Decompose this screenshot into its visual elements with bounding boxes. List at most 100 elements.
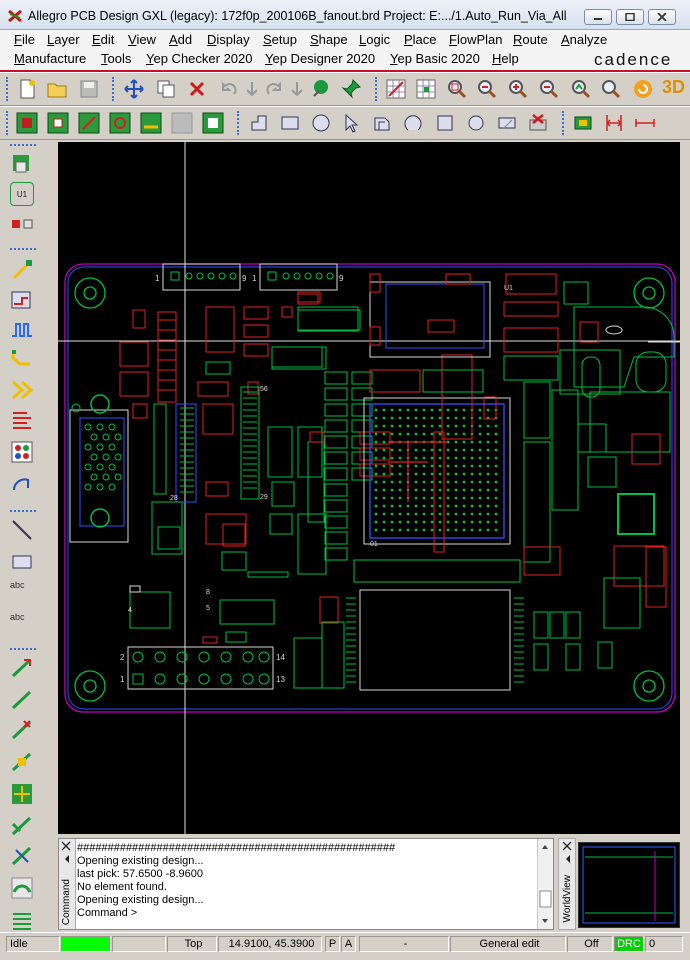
- pcb-board-drawing[interactable]: 1 9 1 9 28 56 29 8 5 4 2 14 1 13 01 U1: [58, 142, 680, 834]
- delay-tune-icon[interactable]: [10, 318, 34, 342]
- shape-poly-icon[interactable]: [371, 112, 393, 134]
- copy-icon[interactable]: [155, 78, 177, 100]
- scrollbar-arrows[interactable]: [538, 839, 553, 929]
- select-icon[interactable]: [340, 112, 362, 134]
- dimension-icon[interactable]: [603, 112, 625, 134]
- slide-icon[interactable]: [10, 288, 34, 312]
- spread-icon[interactable]: [10, 408, 34, 432]
- menu-layer[interactable]: Layer: [47, 32, 80, 47]
- menu-logic[interactable]: Logic: [359, 32, 390, 47]
- command-panel-controls[interactable]: [59, 839, 73, 863]
- undo-down-icon[interactable]: [241, 78, 263, 100]
- route-1-icon[interactable]: [10, 656, 34, 680]
- toolbar-grip[interactable]: [6, 77, 11, 101]
- status-a-button[interactable]: A: [341, 936, 356, 952]
- menu-display[interactable]: Display: [207, 32, 250, 47]
- menu-setup[interactable]: Setup: [263, 32, 297, 47]
- fanout-by-pick-icon[interactable]: [10, 440, 34, 464]
- shape-circle-icon[interactable]: [310, 112, 332, 134]
- place-u1-icon[interactable]: U1: [10, 182, 34, 206]
- command-prompt[interactable]: Command >: [77, 907, 395, 920]
- delete-icon[interactable]: [186, 78, 208, 100]
- status-p-button[interactable]: P: [325, 936, 340, 952]
- redo-down-icon[interactable]: [286, 78, 308, 100]
- status-off[interactable]: Off: [567, 936, 613, 952]
- shape-square-icon[interactable]: [434, 112, 456, 134]
- menu-help[interactable]: Help: [492, 51, 519, 66]
- shape-arc-icon[interactable]: [402, 112, 424, 134]
- command-window[interactable]: Command ################################…: [58, 838, 554, 930]
- menu-view[interactable]: View: [128, 32, 156, 47]
- save-icon[interactable]: [78, 78, 100, 100]
- add-connect-icon[interactable]: [10, 258, 34, 282]
- add-rect-icon[interactable]: [10, 550, 34, 574]
- drc-button[interactable]: DRC: [614, 936, 644, 952]
- status-layer[interactable]: Top: [167, 936, 217, 952]
- pin-icon[interactable]: [340, 78, 362, 100]
- menu-yep-checker[interactable]: Yep Checker 2020: [146, 51, 253, 66]
- measure-icon[interactable]: [634, 112, 656, 134]
- zoom-fit-icon[interactable]: [446, 78, 468, 100]
- delete-shape-icon[interactable]: [527, 112, 549, 134]
- menu-place[interactable]: Place: [404, 32, 437, 47]
- menu-tools[interactable]: Tools: [101, 51, 131, 66]
- menu-route[interactable]: Route: [513, 32, 548, 47]
- place-comp-2-icon[interactable]: [47, 112, 69, 134]
- toolbar-grip[interactable]: [10, 510, 36, 512]
- toolbar-grip[interactable]: [10, 248, 36, 250]
- command-scrollbar[interactable]: [537, 839, 553, 929]
- shape-erase-icon[interactable]: [496, 112, 518, 134]
- grid-snap-icon[interactable]: [415, 78, 437, 100]
- toolbar-grip[interactable]: [112, 77, 117, 101]
- route-8-icon[interactable]: [10, 876, 34, 900]
- shape-rect-icon[interactable]: [279, 112, 301, 134]
- place-comp-7-icon[interactable]: [202, 112, 224, 134]
- place-comp-3-icon[interactable]: [78, 112, 100, 134]
- route-2-icon[interactable]: [10, 688, 34, 712]
- add-text-icon[interactable]: abc: [10, 580, 34, 604]
- worldview-tab[interactable]: WorldView: [558, 838, 576, 930]
- worldview-canvas[interactable]: [578, 842, 680, 928]
- route-3-icon[interactable]: [10, 718, 34, 742]
- route-4-icon[interactable]: [10, 750, 34, 774]
- zoom-in-icon[interactable]: [507, 78, 529, 100]
- pcb-design-canvas[interactable]: 1 9 1 9 28 56 29 8 5 4 2 14 1 13 01 U1: [58, 142, 680, 834]
- shape-circle-2-icon[interactable]: [465, 112, 487, 134]
- shape-1-icon[interactable]: [248, 112, 270, 134]
- minimize-button[interactable]: [584, 9, 612, 25]
- route-9-icon[interactable]: [10, 908, 34, 932]
- 3d-view-icon[interactable]: 3D: [662, 77, 690, 99]
- undo-icon[interactable]: [218, 78, 240, 100]
- place-manual-icon[interactable]: [10, 152, 34, 176]
- menu-yep-designer[interactable]: Yep Designer 2020: [265, 51, 375, 66]
- zoom-world-icon[interactable]: [600, 78, 622, 100]
- place-comp-1-icon[interactable]: [16, 112, 38, 134]
- add-line-icon[interactable]: [10, 518, 34, 542]
- menu-manufacture[interactable]: Manufacture: [14, 51, 86, 66]
- place-comp-5-icon[interactable]: [140, 112, 162, 134]
- new-file-icon[interactable]: [16, 78, 38, 100]
- move-icon[interactable]: [123, 78, 145, 100]
- toolbar-grip[interactable]: [10, 144, 36, 148]
- auto-route-icon[interactable]: [10, 472, 34, 496]
- menu-analyze[interactable]: Analyze: [561, 32, 607, 47]
- refresh-icon[interactable]: [632, 78, 654, 100]
- route-6-icon[interactable]: [10, 814, 34, 838]
- menu-add[interactable]: Add: [169, 32, 192, 47]
- close-button[interactable]: [648, 9, 676, 25]
- place-comp-4-icon[interactable]: [109, 112, 131, 134]
- custom-smooth-icon[interactable]: [10, 348, 34, 372]
- command-tab[interactable]: Command: [59, 839, 76, 929]
- worldview-panel-controls[interactable]: [559, 839, 575, 863]
- zoom-window-icon[interactable]: [476, 78, 498, 100]
- redo-icon[interactable]: [263, 78, 285, 100]
- zoom-previous-icon[interactable]: [570, 78, 592, 100]
- place-comp-6-icon[interactable]: [171, 112, 193, 134]
- menu-file[interactable]: File: [14, 32, 35, 47]
- maximize-button[interactable]: [616, 9, 644, 25]
- toolbar-grip[interactable]: [237, 111, 242, 135]
- allegro-app-icon[interactable]: [7, 8, 23, 24]
- toolbar-grip[interactable]: [562, 111, 567, 135]
- module-icon[interactable]: [572, 112, 594, 134]
- route-7-icon[interactable]: [10, 844, 34, 868]
